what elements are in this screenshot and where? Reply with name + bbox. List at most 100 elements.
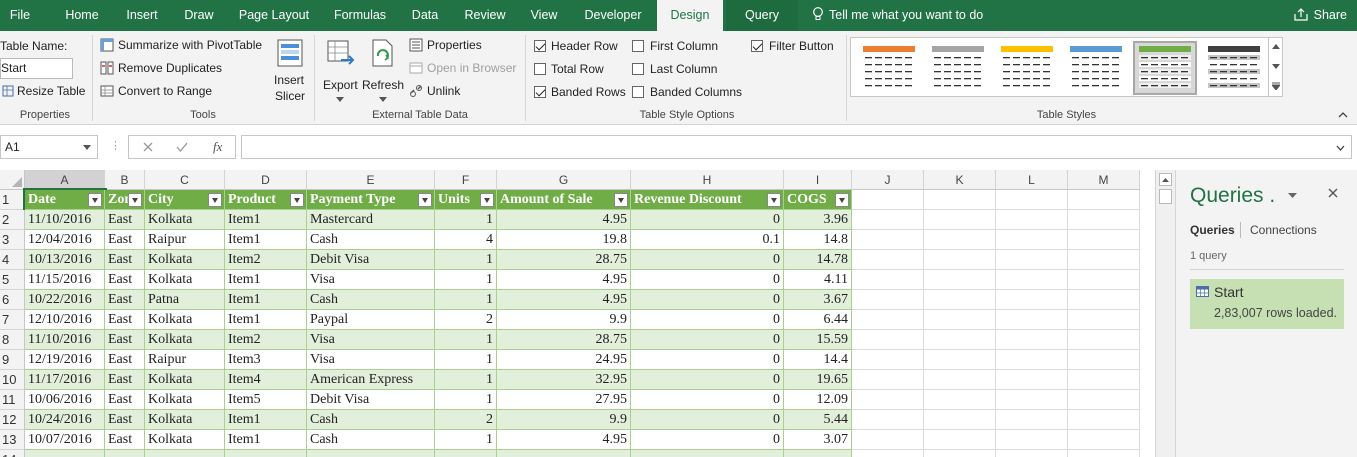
table-data-cell[interactable]: 5.44	[784, 410, 852, 430]
table-header-cell[interactable]: Zone	[105, 190, 145, 210]
table-data-cell[interactable]: 0	[631, 330, 784, 350]
table-data-cell[interactable]: 1	[435, 370, 497, 390]
table-data-cell[interactable]: 6.44	[784, 310, 852, 330]
tab-formulas[interactable]: Formulas	[328, 0, 392, 31]
gallery-more-icon[interactable]	[1272, 82, 1280, 90]
table-data-cell[interactable]: Item5	[225, 390, 307, 410]
table-data-cell[interactable]: 0	[631, 390, 784, 410]
table-data-cell[interactable]: 3.67	[784, 290, 852, 310]
row-header[interactable]: 1	[0, 190, 25, 210]
table-data-cell[interactable]: 28.75	[497, 250, 631, 270]
table-data-cell[interactable]: Item1	[225, 410, 307, 430]
column-header[interactable]: E	[307, 170, 435, 190]
row-header[interactable]: 9	[0, 350, 25, 370]
table-data-cell[interactable]: Kolkata	[145, 430, 225, 450]
table-data-cell[interactable]: 11/17/2016	[25, 370, 105, 390]
enter-check-icon[interactable]	[176, 142, 188, 152]
cell[interactable]	[1068, 210, 1140, 230]
cell[interactable]	[924, 390, 996, 410]
filter-dropdown-icon[interactable]	[208, 193, 222, 207]
tab-developer[interactable]: Developer	[578, 0, 648, 31]
table-data-cell[interactable]: 19.8	[497, 230, 631, 250]
table-data-cell[interactable]: 0	[631, 310, 784, 330]
cell[interactable]	[996, 330, 1068, 350]
table-data-cell[interactable]: 24.95	[497, 350, 631, 370]
cell[interactable]	[924, 330, 996, 350]
table-data-cell[interactable]: 1	[435, 330, 497, 350]
table-data-cell[interactable]: Debit Visa	[307, 390, 435, 410]
row-header[interactable]: 14	[0, 450, 25, 457]
table-data-cell[interactable]: 15.59	[784, 330, 852, 350]
tab-view[interactable]: View	[522, 0, 566, 31]
row-header[interactable]: 8	[0, 330, 25, 350]
table-data-cell[interactable]: Item1	[225, 230, 307, 250]
cell[interactable]	[1068, 430, 1140, 450]
table-data-cell[interactable]: 1	[435, 430, 497, 450]
table-data-cell[interactable]: East	[105, 210, 145, 230]
cell[interactable]	[924, 270, 996, 290]
cell[interactable]	[996, 190, 1068, 210]
cell[interactable]	[924, 250, 996, 270]
table-data-cell[interactable]: 12/10/2016	[25, 310, 105, 330]
cell[interactable]	[852, 430, 924, 450]
cell[interactable]	[105, 450, 145, 457]
table-header-cell[interactable]: Revenue Discount	[631, 190, 784, 210]
chevron-up-icon[interactable]	[1272, 44, 1280, 49]
table-data-cell[interactable]: 0	[631, 410, 784, 430]
row-header[interactable]: 11	[0, 390, 25, 410]
unlink-button[interactable]: Unlink	[409, 84, 460, 98]
table-data-cell[interactable]: Cash	[307, 230, 435, 250]
cell[interactable]	[1068, 290, 1140, 310]
cell[interactable]	[924, 430, 996, 450]
open-in-browser-button[interactable]: Open in Browser	[409, 61, 516, 75]
table-data-cell[interactable]: 0	[631, 370, 784, 390]
tab-page-layout[interactable]: Page Layout	[234, 0, 314, 31]
table-data-cell[interactable]: 4	[435, 230, 497, 250]
gallery-scroll[interactable]	[1268, 38, 1282, 96]
cell[interactable]	[852, 250, 924, 270]
cell[interactable]	[1068, 330, 1140, 350]
table-data-cell[interactable]: East	[105, 290, 145, 310]
cell[interactable]	[1068, 370, 1140, 390]
table-data-cell[interactable]: 0	[631, 270, 784, 290]
scroll-thumb[interactable]	[1159, 189, 1172, 204]
table-data-cell[interactable]: Kolkata	[145, 250, 225, 270]
cell[interactable]	[996, 270, 1068, 290]
table-data-cell[interactable]: 12/04/2016	[25, 230, 105, 250]
cell[interactable]	[996, 350, 1068, 370]
row-header[interactable]: 13	[0, 430, 25, 450]
table-name-input[interactable]: Start	[0, 58, 73, 79]
cell[interactable]	[852, 190, 924, 210]
table-data-cell[interactable]: East	[105, 230, 145, 250]
table-header-cell[interactable]: Date	[23, 188, 107, 212]
table-data-cell[interactable]: Patna	[145, 290, 225, 310]
column-header[interactable]: J	[852, 170, 924, 190]
scroll-up-button[interactable]	[1159, 173, 1172, 186]
insert-slicer-button[interactable]: Insert Slicer	[272, 36, 308, 110]
cell[interactable]	[996, 430, 1068, 450]
row-header[interactable]: 12	[0, 410, 25, 430]
table-style-swatch[interactable]	[997, 43, 1057, 93]
cell[interactable]	[924, 410, 996, 430]
column-header[interactable]: M	[1068, 170, 1140, 190]
cell[interactable]	[996, 250, 1068, 270]
worksheet-grid[interactable]: A B C D E F G H I J K L M 1 Date Zone City Product Payment…	[0, 170, 1155, 457]
cell[interactable]	[631, 450, 784, 457]
cell[interactable]	[852, 350, 924, 370]
pane-options-chevron-icon[interactable]	[1288, 193, 1297, 198]
tab-file[interactable]: File	[0, 0, 40, 31]
table-data-cell[interactable]: Item1	[225, 270, 307, 290]
table-style-swatch[interactable]	[1204, 43, 1264, 93]
vertical-scrollbar[interactable]	[1155, 170, 1175, 457]
cell[interactable]	[852, 270, 924, 290]
table-data-cell[interactable]: 10/22/2016	[25, 290, 105, 310]
table-data-cell[interactable]: 14.8	[784, 230, 852, 250]
table-data-cell[interactable]: Kolkata	[145, 410, 225, 430]
table-data-cell[interactable]: East	[105, 330, 145, 350]
row-header[interactable]: 5	[0, 270, 25, 290]
table-header-cell[interactable]: Amount of Sale	[497, 190, 631, 210]
table-style-swatch[interactable]	[1066, 43, 1126, 93]
table-data-cell[interactable]: Raipur	[145, 230, 225, 250]
table-data-cell[interactable]: 10/24/2016	[25, 410, 105, 430]
cell[interactable]	[307, 450, 435, 457]
